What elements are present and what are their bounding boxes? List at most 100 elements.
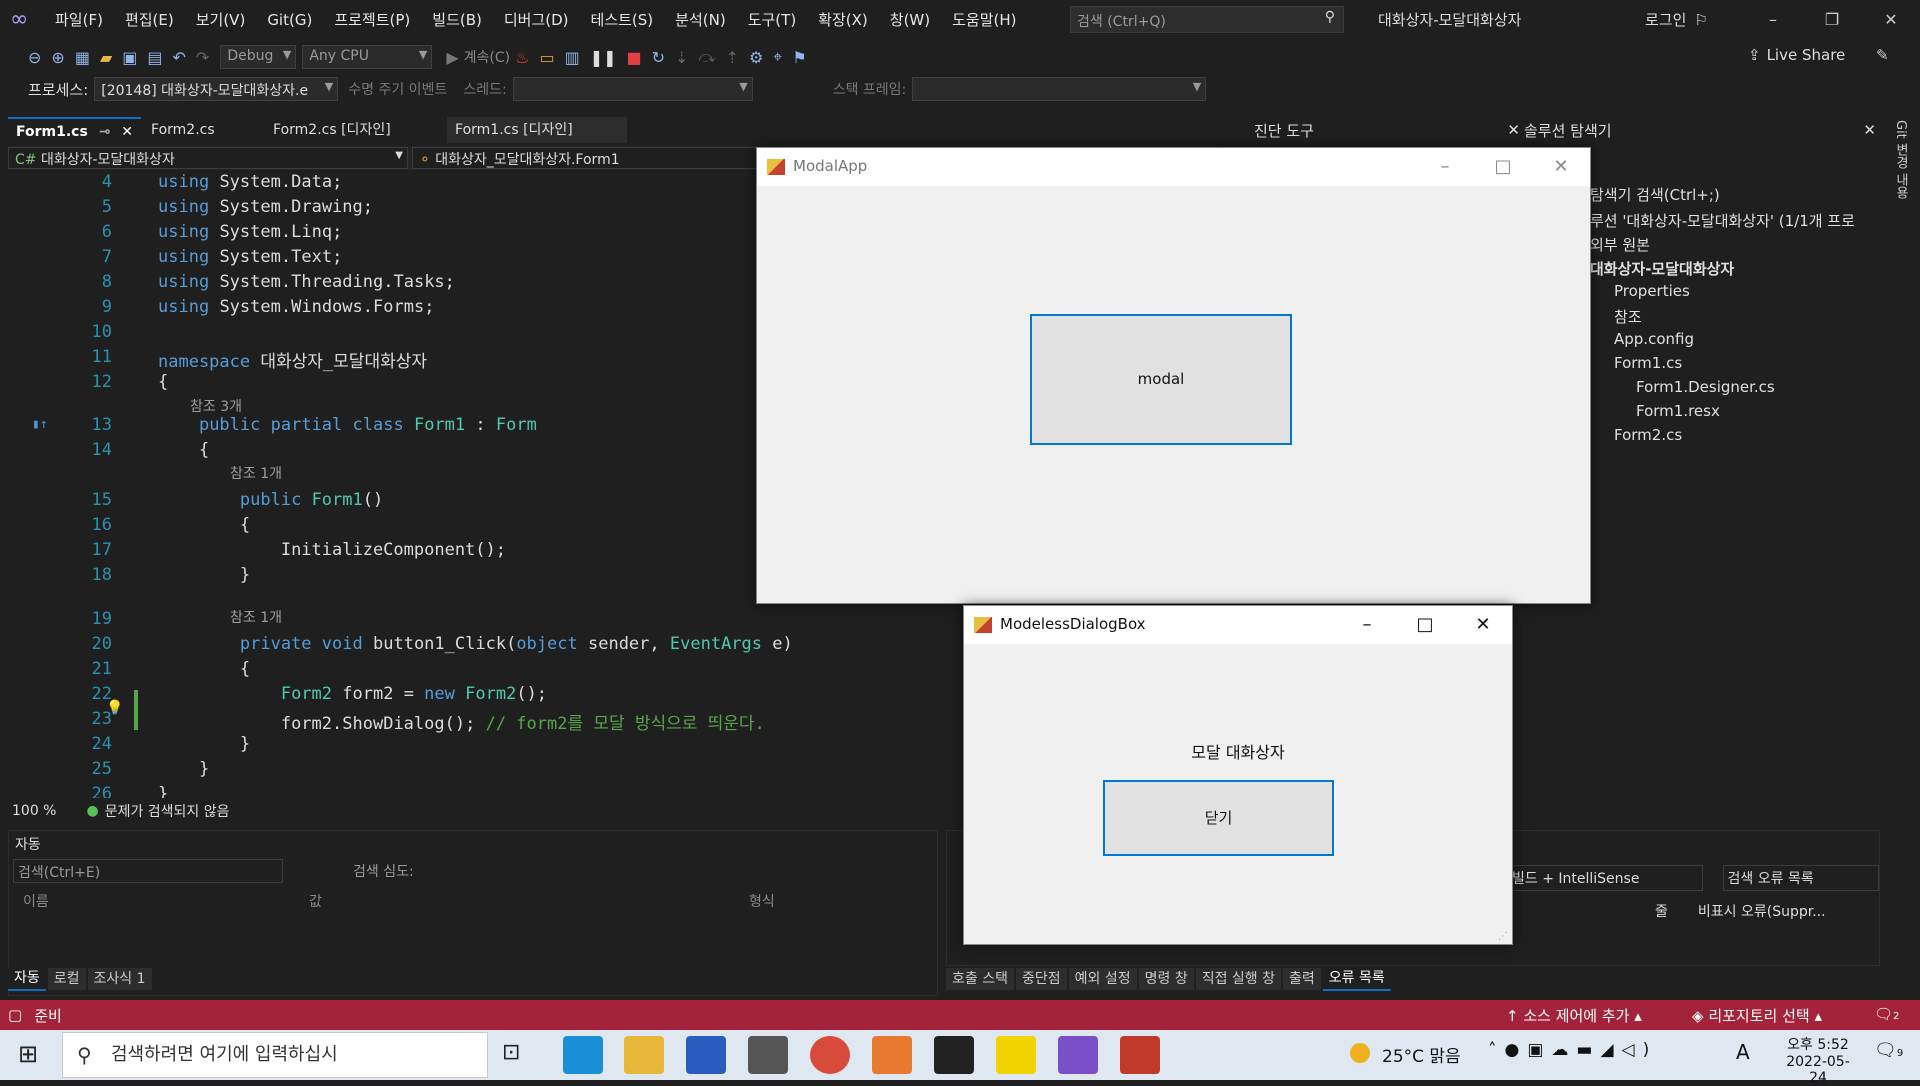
code-line[interactable]: using System.Windows.Forms; (158, 297, 434, 317)
tab-watch[interactable]: 조사식 1 (87, 968, 152, 990)
login-button[interactable]: 로그인 ⚐ (1645, 0, 1708, 40)
restart-icon[interactable]: ↻ (652, 48, 665, 67)
code-line[interactable]: InitializeComponent(); (158, 540, 506, 560)
code-line[interactable]: } (158, 565, 250, 585)
tree-item[interactable]: Form2.cs (1614, 426, 1682, 444)
lifecycle-label[interactable]: 수명 주기 이벤트 (348, 79, 447, 99)
menu-project[interactable]: 프로젝트(P) (323, 0, 421, 40)
forward-icon[interactable]: ⊕ (51, 48, 64, 67)
codelens-refs-ctor[interactable]: 참조 1개 (230, 463, 282, 483)
undo-icon[interactable]: ↶ (173, 48, 186, 67)
code-line[interactable]: { (158, 515, 250, 535)
continue-icon[interactable]: ▶ (446, 48, 458, 67)
step-over-icon[interactable]: ⤼ (698, 47, 715, 67)
tab-auto[interactable]: 자동 (8, 967, 46, 991)
auto-search-input[interactable]: 검색(Ctrl+E) (13, 859, 283, 883)
redo-icon[interactable]: ↷ (196, 48, 209, 67)
tab-form1-design[interactable]: Form1.cs [디자인] (447, 117, 628, 143)
code-line[interactable]: namespace 대화상자_모달대화상자 (158, 347, 427, 372)
tab-error-list[interactable]: 오류 목록 (1322, 967, 1391, 991)
tree-item[interactable]: Form1.Designer.cs (1636, 378, 1775, 396)
menu-extensions[interactable]: 확장(X) (807, 0, 879, 40)
lightbulb-icon[interactable]: 💡 (106, 700, 123, 716)
code-line[interactable]: { (158, 440, 209, 460)
tab-form2-cs[interactable]: Form2.cs (143, 117, 264, 143)
windows-start-icon[interactable]: ⊞ (18, 1040, 38, 1068)
menu-build[interactable]: 빌드(B) (421, 0, 493, 40)
menu-help[interactable]: 도움말(H) (941, 0, 1027, 40)
pause-icon[interactable]: ❚❚ (590, 48, 617, 67)
class-nav-dropdown[interactable]: ⚬ 대화상자_모달대화상자.Form1 (412, 147, 812, 169)
tab-immediate[interactable]: 직접 실행 창 (1195, 968, 1282, 990)
project-nav-dropdown[interactable]: C# 대화상자-모달대화상자 ▼ (8, 147, 408, 169)
menu-window[interactable]: 창(W) (879, 0, 941, 40)
close-icon[interactable]: ✕ (1863, 121, 1876, 139)
pin-icon[interactable]: ⊸ (99, 124, 111, 140)
code-line[interactable]: form2.ShowDialog(); // form2를 모달 방식으로 띄운… (158, 709, 765, 734)
select-element-icon[interactable]: ⌖ (773, 47, 782, 67)
tab-form2-design[interactable]: Form2.cs [디자인] (265, 117, 446, 143)
tab-breakpoints[interactable]: 중단점 (1015, 968, 1067, 990)
save-all-icon[interactable]: ▤ (147, 48, 162, 67)
tree-item[interactable]: App.config (1614, 330, 1694, 348)
tree-item[interactable]: 참조 (1614, 306, 1642, 327)
menu-tools[interactable]: 도구(T) (737, 0, 807, 40)
ime-indicator[interactable]: A (1736, 1040, 1750, 1064)
code-line[interactable]: { (158, 659, 250, 679)
chrome-icon[interactable] (810, 1036, 850, 1074)
visual-studio-logo-icon[interactable]: ∞ (10, 8, 36, 32)
error-search-input[interactable]: 검색 오류 목록 (1722, 865, 1879, 891)
codelens-refs-class[interactable]: 참조 3개 (190, 396, 242, 416)
vs-search-box[interactable]: 검색 (Ctrl+Q) ⚲ (1070, 6, 1344, 33)
paint-icon[interactable] (872, 1036, 912, 1074)
code-line[interactable]: Form2 form2 = new Form2(); (158, 684, 547, 704)
code-line[interactable]: { (158, 372, 168, 392)
code-line[interactable]: using System.Data; (158, 172, 342, 192)
weather-text[interactable]: 25°C 맑음 (1382, 1042, 1461, 1067)
tree-item[interactable]: Properties (1614, 282, 1690, 300)
modal-button[interactable]: modal (1030, 314, 1292, 445)
maximize-button[interactable]: □ (1396, 606, 1454, 644)
menu-test[interactable]: 테스트(S) (580, 0, 665, 40)
resize-grip-icon[interactable]: ⋰ (1498, 931, 1508, 942)
tree-item[interactable]: 대화상자-모달대화상자 (1590, 258, 1734, 279)
close-icon[interactable]: ✕ (1507, 121, 1520, 139)
tab-exceptions[interactable]: 예외 설정 (1068, 968, 1137, 990)
continue-label[interactable]: 계속(C) (464, 47, 510, 67)
tab-command[interactable]: 명령 창 (1138, 968, 1194, 990)
close-button[interactable]: ✕ (1532, 148, 1590, 186)
kakaotalk-icon[interactable] (996, 1036, 1036, 1074)
git-changes-side-tab[interactable]: Git 변경 내용 (1888, 120, 1910, 199)
edge-icon[interactable] (563, 1036, 603, 1074)
select-repository[interactable]: ◈ 리포지토리 선택 ▴ (1692, 1005, 1822, 1026)
tab-output[interactable]: 출력 (1283, 968, 1321, 990)
menu-file[interactable]: 파일(F) (44, 0, 114, 40)
maximize-button[interactable]: ❐ (1803, 0, 1861, 40)
add-to-source-control[interactable]: ↑ 소스 제어에 추가 ▴ (1506, 1005, 1642, 1026)
notifications-icon[interactable]: 🗨2 (1874, 1005, 1899, 1023)
close-button[interactable]: ✕ (1862, 0, 1920, 40)
thread-dropdown[interactable]: ▼ (512, 77, 753, 101)
build-filter-dropdown[interactable]: 빌드 + IntelliSense (1507, 865, 1703, 891)
stackframe-dropdown[interactable]: ▼ (912, 77, 1207, 101)
menu-analyze[interactable]: 분석(N) (664, 0, 737, 40)
menu-edit[interactable]: 편집(E) (114, 0, 185, 40)
configuration-dropdown[interactable]: Debug ▼ (220, 45, 297, 69)
close-dialog-button[interactable]: 닫기 (1103, 780, 1334, 856)
weather-icon[interactable] (1350, 1043, 1370, 1063)
open-folder-icon[interactable]: ▰ (100, 48, 112, 67)
code-line[interactable]: public partial class Form1 : Form (158, 415, 537, 435)
tab-form1-cs[interactable]: Form1.cs ⊸ ✕ (8, 117, 142, 143)
winforms-app-icon[interactable] (1120, 1036, 1160, 1074)
code-line[interactable]: private void button1_Click(object sender… (158, 634, 793, 654)
minimize-button[interactable]: – (1338, 606, 1396, 644)
xaml-icon[interactable]: ⚙ (749, 48, 763, 67)
back-icon[interactable]: ⊖ (28, 48, 41, 67)
visual-studio-icon[interactable] (1058, 1036, 1098, 1074)
step-into-icon[interactable]: ⇣ (675, 48, 688, 67)
platform-dropdown[interactable]: Any CPU ▼ (302, 45, 433, 69)
tree-item[interactable]: Form1.cs (1614, 354, 1682, 372)
menu-debug[interactable]: 디버그(D) (493, 0, 580, 40)
sticky-notes-icon[interactable] (934, 1036, 974, 1074)
code-line[interactable]: } (158, 734, 250, 754)
